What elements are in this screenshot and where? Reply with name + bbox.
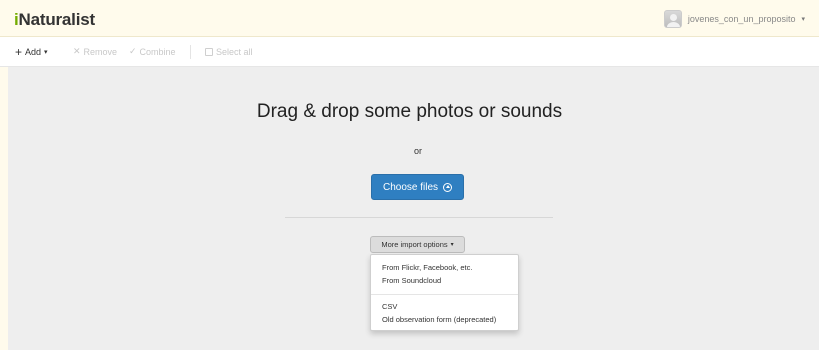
section-divider [285, 217, 553, 218]
import-options-menu: From Flickr, Facebook, etc. From Soundcl… [370, 254, 519, 331]
checkbox-icon [205, 47, 213, 56]
upload-toolbar: + Add ▾ ✕ Remove ✓ Combine Select all [0, 37, 819, 67]
choose-files-label: Choose files [382, 181, 439, 193]
remove-label: Remove [83, 46, 118, 57]
add-label: Add [25, 46, 42, 57]
chevron-down-icon: ▾ [801, 16, 805, 23]
choose-files-button[interactable]: Choose files [371, 174, 464, 200]
more-import-options-label: More import options [381, 240, 448, 249]
user-menu[interactable]: jovenes_con_un_proposito ▾ [663, 9, 805, 29]
close-icon: ✕ [73, 46, 81, 56]
more-import-options-button[interactable]: More import options ▾ [370, 236, 465, 253]
menu-item-flickr-facebook[interactable]: From Flickr, Facebook, etc. [382, 263, 472, 272]
combine-button[interactable]: ✓ Combine [129, 46, 176, 57]
upload-icon [443, 182, 453, 192]
remove-button[interactable]: ✕ Remove [73, 46, 117, 57]
menu-divider [371, 294, 518, 295]
top-navbar: iNaturalist jovenes_con_un_proposito ▾ [0, 0, 819, 37]
checkmark-icon: ✓ [129, 46, 137, 56]
add-button[interactable]: + Add ▾ [15, 45, 48, 59]
username: jovenes_con_un_proposito [687, 14, 796, 24]
menu-item-csv[interactable]: CSV [382, 302, 397, 311]
chevron-down-icon: ▾ [44, 48, 48, 56]
page-frame: iNaturalist jovenes_con_un_proposito ▾ +… [0, 0, 819, 350]
menu-item-soundcloud[interactable]: From Soundcloud [382, 276, 441, 285]
select-all-checkbox[interactable]: Select all [205, 47, 253, 57]
toolbar-divider [190, 45, 191, 59]
combine-label: Combine [139, 46, 176, 57]
chevron-down-icon: ▾ [450, 242, 454, 248]
inaturalist-logo[interactable]: iNaturalist [14, 10, 95, 30]
logo-text: Naturalist [18, 10, 96, 29]
avatar [663, 10, 682, 28]
or-separator-text: or [413, 146, 422, 156]
select-all-label: Select all [216, 46, 253, 57]
drop-zone-heading: Drag & drop some photos or sounds [256, 101, 563, 122]
plus-icon: + [15, 44, 23, 59]
menu-item-old-observation-form[interactable]: Old observation form (deprecated) [382, 315, 496, 324]
